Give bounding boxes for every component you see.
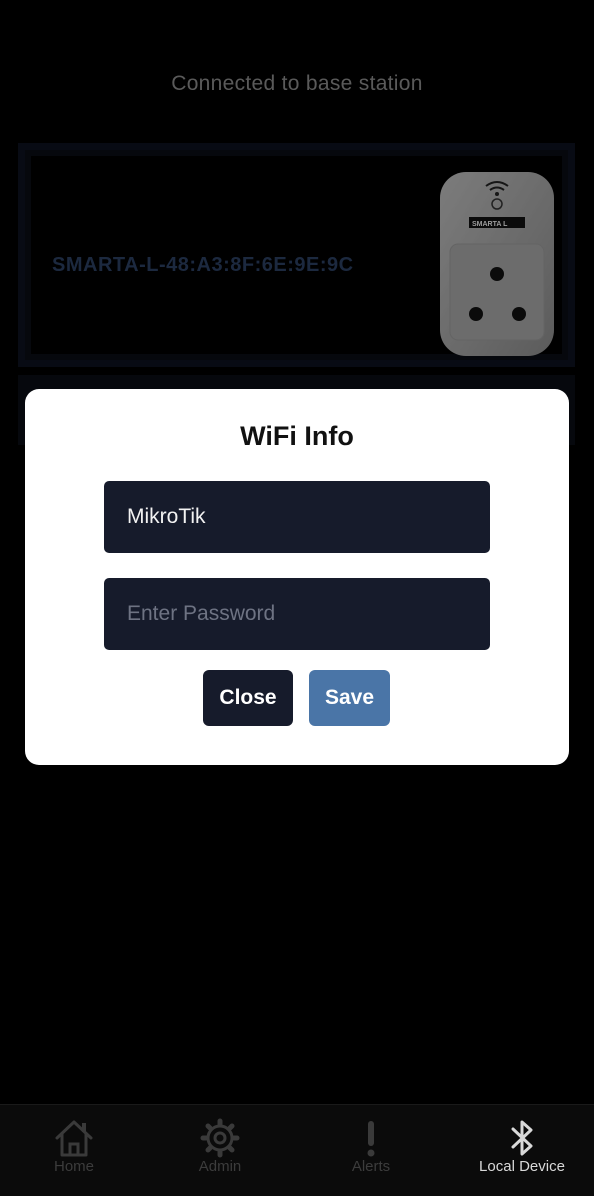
tab-local-device[interactable]: Local Device <box>448 1105 594 1196</box>
bottom-tab-bar: Home Admin Alerts Local Device <box>0 1104 594 1196</box>
app-screen: Connected to base station SMARTA-L-48:A3… <box>0 0 594 1196</box>
tab-admin[interactable]: Admin <box>146 1105 294 1196</box>
ssid-field[interactable]: MikroTik <box>104 481 490 553</box>
exclamation-icon <box>367 1121 375 1157</box>
password-field[interactable]: Enter Password <box>104 578 490 650</box>
tab-home[interactable]: Home <box>0 1105 148 1196</box>
gear-icon <box>200 1118 240 1158</box>
dialog-title: WiFi Info <box>240 421 354 451</box>
tab-alerts[interactable]: Alerts <box>297 1105 445 1196</box>
bluetooth-icon <box>511 1120 533 1156</box>
wifi-info-dialog: WiFi Info MikroTik Enter Password Close … <box>25 389 569 765</box>
tab-home-label: Home <box>53 1158 94 1175</box>
tab-local-device-label: Local Device <box>479 1158 565 1175</box>
close-button[interactable]: Close <box>203 670 293 726</box>
tab-alerts-label: Alerts <box>351 1158 391 1175</box>
save-button[interactable]: Save <box>309 670 390 726</box>
home-icon <box>55 1120 93 1157</box>
tab-admin-label: Admin <box>198 1158 242 1175</box>
